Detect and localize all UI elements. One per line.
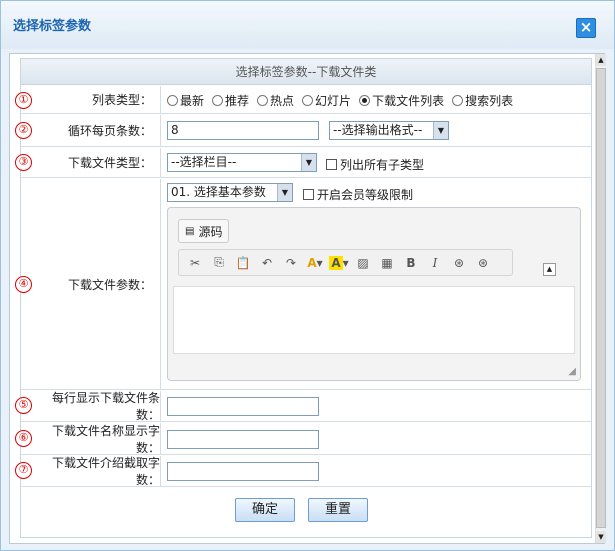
file-params-label: 下载文件参数：	[67, 277, 152, 292]
list-type-label: 列表类型：	[91, 93, 152, 107]
list-type-radio-group: 最新 推荐 热点 幻灯片 下载文件列表 搜索列表	[167, 92, 513, 109]
row-per-page: ② 循环每页条数： 8 --选择输出格式-- ▼	[15, 115, 591, 147]
row-per-row: ⑤ 每行显示下载文件条数：	[15, 391, 591, 422]
name-chars-input[interactable]	[167, 430, 319, 449]
unlink-icon[interactable]: ⊛	[472, 253, 494, 273]
link-icon[interactable]: ⊛	[448, 253, 470, 273]
row-list-type: ① 列表类型： 最新 推荐 热点 幻灯片 下载文件列表 搜索列表	[15, 86, 591, 114]
source-button[interactable]: ▤ 源码	[178, 219, 230, 243]
per-row-label: 每行显示下载文件条数：	[51, 391, 160, 422]
italic-icon[interactable]: I	[424, 253, 446, 273]
radio-search-list[interactable]: 搜索列表	[452, 92, 513, 109]
chevron-down-icon: ▼	[301, 154, 316, 171]
highlight-icon[interactable]: A ▾	[328, 253, 350, 273]
paste-icon[interactable]: 📋	[232, 253, 254, 273]
redo-icon[interactable]: ↷	[280, 253, 302, 273]
name-chars-label: 下载文件名称显示字数：	[51, 423, 160, 455]
file-type-label: 下载文件类型：	[67, 156, 152, 170]
close-icon: ×	[579, 18, 593, 36]
marker-7: ⑦	[15, 462, 32, 479]
font-color-icon[interactable]: A ▾	[304, 253, 326, 273]
cut-icon[interactable]: ✂	[184, 253, 206, 273]
row-intro-chars: ⑦ 下载文件介绍截取字数：	[15, 456, 591, 487]
row-file-params: ④ 下载文件参数： 01. 选择基本参数 ▼ 开启会员等级限制 ▤ 源码 ✂ ⎘…	[15, 179, 591, 390]
resize-grip-icon[interactable]: ◢	[568, 366, 576, 377]
marker-5: ⑤	[15, 397, 32, 414]
row-name-chars: ⑥ 下载文件名称显示字数：	[15, 423, 591, 455]
dialog-content: 选择标签参数--下载文件类 ① 列表类型： 最新 推荐 热点 幻灯片 下载文件列…	[9, 53, 606, 544]
marker-6: ⑥	[15, 430, 32, 447]
close-button[interactable]: ×	[576, 18, 596, 38]
per-row-input[interactable]	[167, 397, 319, 416]
tag-params-form: 选择标签参数--下载文件类 ① 列表类型： 最新 推荐 热点 幻灯片 下载文件列…	[15, 58, 592, 538]
image-icon[interactable]: ▨	[352, 253, 374, 273]
dialog-title: 选择标签参数	[13, 19, 92, 34]
confirm-button[interactable]: 确定	[235, 498, 295, 522]
rich-text-editor: ▤ 源码 ✂ ⎘ 📋 ↶ ↷ A ▾ A ▾ ▨ ▦ B I ⊛ ⊛ ▲ ◢	[167, 207, 581, 381]
category-select[interactable]: --选择栏目-- ▼	[167, 153, 317, 172]
scroll-up-icon[interactable]: ▲	[596, 54, 606, 66]
copy-icon[interactable]: ⎘	[208, 253, 230, 273]
scroll-thumb[interactable]	[596, 68, 606, 528]
intro-chars-input[interactable]	[167, 462, 319, 481]
chevron-down-icon: ▼	[433, 122, 448, 139]
row-file-type: ③ 下载文件类型： --选择栏目-- ▼ 列出所有子类型	[15, 148, 591, 178]
scroll-down-icon[interactable]: ▼	[596, 531, 606, 543]
undo-icon[interactable]: ↶	[256, 253, 278, 273]
radio-hot[interactable]: 热点	[257, 92, 294, 109]
bold-icon[interactable]: B	[400, 253, 422, 273]
collapse-toolbar-button[interactable]: ▲	[543, 263, 556, 276]
chevron-down-icon: ▼	[277, 184, 292, 201]
basic-params-select[interactable]: 01. 选择基本参数 ▼	[167, 183, 293, 202]
member-level-checkbox[interactable]: 开启会员等级限制	[303, 186, 413, 203]
table-icon[interactable]: ▦	[376, 253, 398, 273]
dialog-titlebar: 选择标签参数 ×	[1, 1, 614, 49]
per-page-input[interactable]: 8	[167, 121, 319, 140]
marker-2: ②	[15, 122, 32, 139]
reset-button[interactable]: 重置	[308, 498, 368, 522]
form-header: 选择标签参数--下载文件类	[21, 59, 591, 85]
radio-slideshow[interactable]: 幻灯片	[302, 92, 351, 109]
radio-latest[interactable]: 最新	[167, 92, 204, 109]
radio-download-list[interactable]: 下载文件列表	[359, 92, 444, 109]
vertical-scrollbar[interactable]: ▲ ▼	[595, 54, 606, 543]
editor-content-area[interactable]	[173, 286, 575, 354]
marker-4: ④	[15, 276, 32, 293]
source-icon: ▤	[185, 225, 195, 237]
dialog-window: 选择标签参数 × 选择标签参数--下载文件类 ① 列表类型： 最新 推荐 热点 …	[0, 0, 615, 551]
radio-recommend[interactable]: 推荐	[212, 92, 249, 109]
per-page-label: 循环每页条数：	[67, 124, 152, 138]
marker-1: ①	[15, 92, 32, 109]
editor-toolbar: ✂ ⎘ 📋 ↶ ↷ A ▾ A ▾ ▨ ▦ B I ⊛ ⊛	[178, 249, 513, 276]
intro-chars-label: 下载文件介绍截取字数：	[51, 456, 160, 487]
list-subtypes-checkbox[interactable]: 列出所有子类型	[326, 156, 424, 173]
marker-3: ③	[15, 154, 32, 171]
output-format-select[interactable]: --选择输出格式-- ▼	[329, 121, 449, 140]
